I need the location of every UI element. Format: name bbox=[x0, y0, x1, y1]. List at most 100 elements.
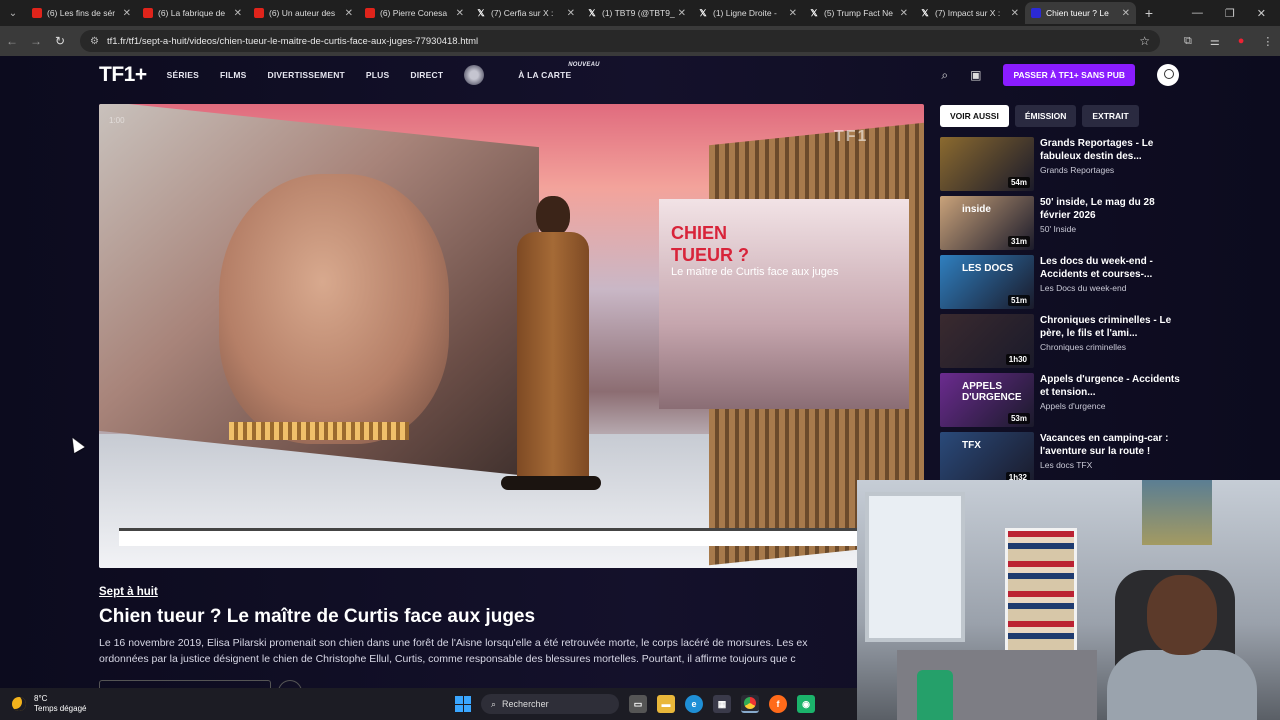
new-tab-button[interactable]: + bbox=[1136, 5, 1162, 21]
tab-search-menu[interactable]: ⌄ bbox=[0, 0, 26, 26]
tf1-logo[interactable]: TF1+ bbox=[99, 63, 147, 87]
tab-close-icon[interactable]: ✕ bbox=[678, 8, 686, 19]
nav-direct[interactable]: DIRECT bbox=[410, 70, 443, 80]
browser-tab[interactable]: 𝕏 (7) Cerfia sur X : ✕ bbox=[470, 2, 581, 24]
header-right: ⌕ ▣ PASSER À TF1+ SANS PUB bbox=[941, 64, 1179, 86]
url-field[interactable]: ⚙ tf1.fr/tf1/sept-a-huit/videos/chien-tu… bbox=[80, 30, 1160, 52]
windows-start-icon[interactable] bbox=[455, 696, 471, 712]
reload-icon[interactable]: ↻ bbox=[48, 34, 72, 48]
browser-tab[interactable]: 𝕏 (1) TBT9 (@TBT9_ ✕ bbox=[581, 2, 692, 24]
recommendation-show[interactable]: Les docs TFX bbox=[1040, 460, 1180, 470]
recommendation-title[interactable]: Grands Reportages - Le fabuleux destin d… bbox=[1040, 137, 1180, 163]
show-link[interactable]: Sept à huit bbox=[99, 586, 158, 598]
recommendation-thumbnail[interactable]: 54m bbox=[940, 137, 1034, 191]
recommendation-title[interactable]: Chroniques criminelles - Le père, le fil… bbox=[1040, 314, 1180, 340]
tab-close-icon[interactable]: ✕ bbox=[789, 8, 797, 19]
extensions-icon[interactable]: ⧉ bbox=[1184, 35, 1192, 48]
browser-tab[interactable]: (6) Les fins de sér ✕ bbox=[26, 2, 137, 24]
store-icon[interactable]: ▦ bbox=[713, 695, 731, 713]
media-icon[interactable]: ⚌ bbox=[1210, 35, 1220, 48]
recommendation-show[interactable]: Chroniques criminelles bbox=[1040, 342, 1180, 352]
nav-plus[interactable]: PLUS bbox=[366, 70, 389, 80]
recommendation-item[interactable]: LES DOCS 51m Les docs du week-end - Accide… bbox=[940, 255, 1180, 314]
webcam-window bbox=[865, 492, 965, 642]
recommendation-show[interactable]: Les Docs du week-end bbox=[1040, 283, 1180, 293]
weather-widget[interactable]: 8°C Temps dégagé bbox=[12, 694, 86, 714]
thumbnail-text: TFX bbox=[962, 440, 981, 451]
below-video-round-button[interactable] bbox=[278, 680, 302, 688]
forward-icon[interactable]: → bbox=[24, 34, 48, 48]
recommendation-title[interactable]: Les docs du week-end - Accidents et cour… bbox=[1040, 255, 1180, 281]
recommendation-title[interactable]: Vacances en camping-car : l'aventure sur… bbox=[1040, 432, 1180, 458]
recommendation-thumbnail[interactable]: TFX 1h32 bbox=[940, 432, 1034, 486]
browser-tab[interactable]: 𝕏 (5) Trump Fact Ne ✕ bbox=[803, 2, 914, 24]
tab-close-icon[interactable]: ✕ bbox=[900, 8, 908, 19]
recommendation-thumbnail[interactable]: inside 31m bbox=[940, 196, 1034, 250]
my-list-icon[interactable]: ▣ bbox=[970, 68, 981, 82]
browser-tab[interactable]: (6) Un auteur des ✕ bbox=[248, 2, 359, 24]
recommendation-thumbnail[interactable]: 1h30 bbox=[940, 314, 1034, 368]
bookmark-star-icon[interactable]: ☆ bbox=[1139, 34, 1150, 48]
event-globe-icon[interactable] bbox=[464, 65, 485, 85]
tab-emission[interactable]: ÉMISSION bbox=[1014, 105, 1077, 127]
recommendation-text: Appels d'urgence - Accidents et tension.… bbox=[1040, 373, 1180, 432]
x-icon: 𝕏 bbox=[921, 8, 929, 18]
restore-icon[interactable]: ❐ bbox=[1225, 7, 1235, 20]
firefox-icon[interactable]: f bbox=[769, 695, 787, 713]
browser-tab[interactable]: 𝕏 (1) Ligne Droite - ✕ bbox=[692, 2, 803, 24]
recommendation-thumbnail[interactable]: LES DOCS 51m bbox=[940, 255, 1034, 309]
recommendation-show[interactable]: Grands Reportages bbox=[1040, 165, 1180, 175]
video-player[interactable]: CHIEN TUEUR ? Le maître de Curtis face a… bbox=[99, 104, 924, 568]
tab-close-icon[interactable]: ✕ bbox=[567, 8, 575, 19]
close-icon[interactable]: ✕ bbox=[1257, 7, 1266, 20]
file-explorer-icon[interactable]: ▬ bbox=[657, 695, 675, 713]
youtube-icon bbox=[143, 8, 153, 18]
recommendation-item[interactable]: APPELS D'URGENCE 53m Appels d'urgence - Ac… bbox=[940, 373, 1180, 432]
chrome-icon[interactable] bbox=[741, 695, 759, 713]
nav-films[interactable]: FILMS bbox=[220, 70, 247, 80]
browser-tab[interactable]: Chien tueur ? Le ✕ bbox=[1025, 2, 1136, 24]
recommendation-item[interactable]: 54m Grands Reportages - Le fabuleux desti… bbox=[940, 137, 1180, 196]
nav-divertissement[interactable]: DIVERTISSEMENT bbox=[268, 70, 345, 80]
windows-taskbar: 8°C Temps dégagé ⌕ Rechercher ▭ ▬ e ▦ f … bbox=[0, 688, 857, 720]
recommendation-thumbnail[interactable]: APPELS D'URGENCE 53m bbox=[940, 373, 1034, 427]
minimize-icon[interactable]: — bbox=[1192, 7, 1203, 20]
synopsis-line-1: Le 16 novembre 2019, Elisa Pilarski prom… bbox=[99, 637, 808, 649]
app-icon[interactable]: ◉ bbox=[797, 695, 815, 713]
recommendation-item[interactable]: 1h30 Chroniques criminelles - Le père, le… bbox=[940, 314, 1180, 373]
tab-close-icon[interactable]: ✕ bbox=[345, 8, 353, 19]
address-bar: ← → ↻ ⚙ tf1.fr/tf1/sept-a-huit/videos/ch… bbox=[0, 26, 1280, 56]
browser-tab[interactable]: (6) La fabrique de ✕ bbox=[137, 2, 248, 24]
nav-a-la-carte[interactable]: À LA CARTE NOUVEAU bbox=[518, 62, 599, 80]
recommendation-title[interactable]: Appels d'urgence - Accidents et tension.… bbox=[1040, 373, 1180, 399]
subscribe-no-ads-button[interactable]: PASSER À TF1+ SANS PUB bbox=[1003, 64, 1135, 86]
edge-icon[interactable]: e bbox=[685, 695, 703, 713]
browser-tab[interactable]: 𝕏 (7) Impact sur X : ✕ bbox=[914, 2, 1025, 24]
search-icon[interactable]: ⌕ bbox=[941, 68, 948, 83]
profile-icon[interactable]: ● bbox=[1238, 35, 1245, 48]
tab-close-icon[interactable]: ✕ bbox=[123, 8, 131, 19]
task-view-icon[interactable]: ▭ bbox=[629, 695, 647, 713]
tab-label: (7) Impact sur X : bbox=[935, 8, 1001, 18]
recommendation-title[interactable]: 50' inside, Le mag du 28 février 2026 bbox=[1040, 196, 1180, 222]
recommendation-text: Les docs du week-end - Accidents et cour… bbox=[1040, 255, 1180, 314]
tab-label: (6) La fabrique de bbox=[158, 8, 226, 18]
recommendation-show[interactable]: Appels d'urgence bbox=[1040, 401, 1180, 411]
tab-extrait[interactable]: EXTRAIT bbox=[1082, 105, 1139, 127]
back-icon[interactable]: ← bbox=[0, 34, 24, 48]
synopsis-line-2: ordonnées par la justice désignent le ch… bbox=[99, 652, 796, 665]
tab-close-icon[interactable]: ✕ bbox=[456, 8, 464, 19]
menu-icon[interactable]: ⋮ bbox=[1262, 35, 1273, 48]
tab-close-icon[interactable]: ✕ bbox=[1122, 8, 1130, 19]
site-info-icon[interactable]: ⚙ bbox=[90, 36, 99, 47]
tab-voir-aussi[interactable]: VOIR AUSSI bbox=[940, 105, 1009, 127]
nav-series[interactable]: SÉRIES bbox=[167, 70, 199, 80]
below-video-button[interactable] bbox=[99, 680, 271, 688]
tab-close-icon[interactable]: ✕ bbox=[1011, 8, 1019, 19]
tab-close-icon[interactable]: ✕ bbox=[234, 8, 242, 19]
browser-tab[interactable]: (6) Pierre Conesa ✕ bbox=[359, 2, 470, 24]
recommendation-item[interactable]: inside 31m 50' inside, Le mag du 28 févrie… bbox=[940, 196, 1180, 255]
recommendation-show[interactable]: 50' Inside bbox=[1040, 224, 1180, 234]
taskbar-search[interactable]: ⌕ Rechercher bbox=[481, 694, 619, 714]
account-avatar-icon[interactable] bbox=[1157, 64, 1179, 86]
